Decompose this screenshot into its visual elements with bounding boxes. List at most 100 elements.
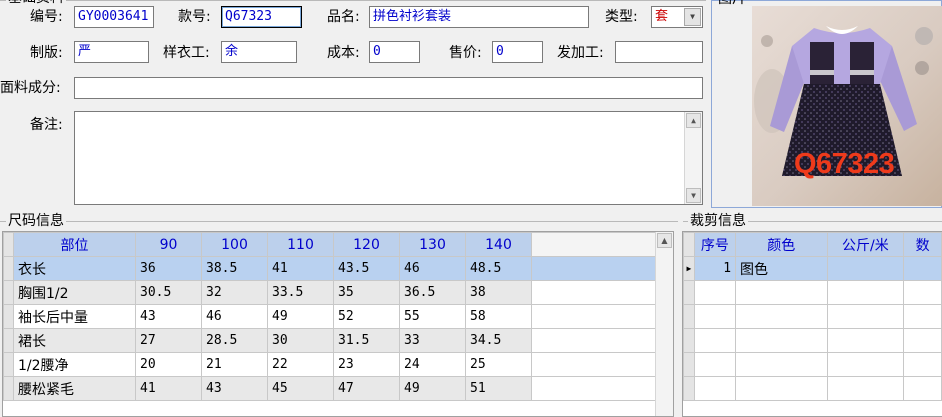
col-header-100[interactable]: 100: [201, 232, 268, 257]
value-cell[interactable]: 41: [135, 376, 202, 401]
scroll-down-icon[interactable]: ▼: [686, 188, 701, 203]
value-cell[interactable]: 41: [267, 256, 334, 281]
scroll-up-icon[interactable]: ▲: [686, 113, 701, 128]
color-cell[interactable]: 图色: [735, 256, 828, 281]
col-header-kg-per-meter[interactable]: 公斤/米: [826, 232, 905, 257]
empty-cell[interactable]: [903, 304, 942, 329]
value-cell[interactable]: 28.5: [201, 328, 268, 353]
col-header-part[interactable]: 部位: [13, 232, 136, 257]
col-header-110[interactable]: 110: [267, 232, 334, 257]
fabric-composition-field[interactable]: [74, 77, 703, 99]
size-grid-scrollbar[interactable]: ▲: [655, 232, 673, 416]
row-indicator[interactable]: [683, 280, 695, 305]
table-row[interactable]: 袖长后中量 43 46 49 52 55 58: [3, 304, 656, 329]
row-indicator[interactable]: [683, 376, 695, 401]
value-cell[interactable]: 38.5: [201, 256, 268, 281]
value-cell[interactable]: 46: [201, 304, 268, 329]
empty-cell[interactable]: [735, 376, 828, 401]
empty-cell[interactable]: [903, 376, 942, 401]
empty-cell[interactable]: [826, 304, 905, 329]
value-cell[interactable]: 30: [267, 328, 334, 353]
empty-cell[interactable]: [826, 328, 905, 353]
part-cell[interactable]: 袖长后中量: [13, 304, 136, 329]
value-cell[interactable]: 49: [267, 304, 334, 329]
value-cell[interactable]: 52: [333, 304, 400, 329]
col-header-90[interactable]: 90: [135, 232, 202, 257]
current-row-arrow-icon[interactable]: ▶: [683, 256, 695, 281]
remark-scrollbar[interactable]: ▲ ▼: [684, 112, 702, 204]
value-cell[interactable]: 33.5: [267, 280, 334, 305]
row-indicator[interactable]: [683, 328, 695, 353]
table-row[interactable]: [683, 304, 942, 329]
value-cell[interactable]: 25: [465, 352, 532, 377]
value-cell[interactable]: 20: [135, 352, 202, 377]
row-indicator[interactable]: [683, 352, 695, 377]
empty-cell[interactable]: [903, 352, 942, 377]
value-cell[interactable]: 35: [333, 280, 400, 305]
type-select[interactable]: 套 ▼: [651, 6, 703, 28]
table-row[interactable]: ▶ 1 图色: [683, 256, 942, 281]
value-cell[interactable]: 43.5: [333, 256, 400, 281]
col-header-qty[interactable]: 数: [903, 232, 942, 257]
part-cell[interactable]: 衣长: [13, 256, 136, 281]
empty-cell[interactable]: [735, 280, 828, 305]
value-cell[interactable]: 38: [465, 280, 532, 305]
table-row[interactable]: [683, 352, 942, 377]
row-indicator[interactable]: [3, 280, 14, 305]
row-indicator[interactable]: [3, 376, 14, 401]
empty-cell[interactable]: [903, 328, 942, 353]
empty-cell[interactable]: [693, 304, 737, 329]
table-row[interactable]: [683, 280, 942, 305]
part-cell[interactable]: 裙长: [13, 328, 136, 353]
value-cell[interactable]: 45: [267, 376, 334, 401]
value-cell[interactable]: 32: [201, 280, 268, 305]
value-cell[interactable]: 24: [399, 352, 466, 377]
value-cell[interactable]: 36.5: [399, 280, 466, 305]
empty-cell[interactable]: [826, 280, 905, 305]
empty-cell[interactable]: [735, 328, 828, 353]
table-row[interactable]: 1/2腰净 20 21 22 23 24 25: [3, 352, 656, 377]
value-cell[interactable]: 36: [135, 256, 202, 281]
plate-maker-field[interactable]: 严: [74, 41, 149, 63]
empty-cell[interactable]: [735, 304, 828, 329]
table-row[interactable]: [683, 376, 942, 401]
part-cell[interactable]: 1/2腰净: [13, 352, 136, 377]
value-cell[interactable]: 47: [333, 376, 400, 401]
value-cell[interactable]: 27: [135, 328, 202, 353]
col-header-seq[interactable]: 序号: [693, 232, 737, 257]
value-cell[interactable]: 46: [399, 256, 466, 281]
row-indicator[interactable]: [683, 304, 695, 329]
part-cell[interactable]: 腰松紧毛: [13, 376, 136, 401]
value-cell[interactable]: 58: [465, 304, 532, 329]
row-indicator[interactable]: [3, 352, 14, 377]
value-cell[interactable]: 43: [201, 376, 268, 401]
value-cell[interactable]: 33: [399, 328, 466, 353]
value-cell[interactable]: 34.5: [465, 328, 532, 353]
kg-cell[interactable]: [826, 256, 905, 281]
value-cell[interactable]: 23: [333, 352, 400, 377]
process-field[interactable]: [615, 41, 703, 63]
row-indicator[interactable]: [3, 304, 14, 329]
value-cell[interactable]: 55: [399, 304, 466, 329]
sample-maker-field[interactable]: 余: [221, 41, 297, 63]
seq-cell[interactable]: 1: [693, 256, 737, 281]
empty-cell[interactable]: [693, 352, 737, 377]
value-cell[interactable]: 22: [267, 352, 334, 377]
price-field[interactable]: 0: [492, 41, 543, 63]
table-row[interactable]: 胸围1/2 30.5 32 33.5 35 36.5 38: [3, 280, 656, 305]
value-cell[interactable]: 21: [201, 352, 268, 377]
value-cell[interactable]: 49: [399, 376, 466, 401]
code-field[interactable]: GY0003641: [74, 6, 154, 28]
row-indicator[interactable]: [3, 328, 14, 353]
value-cell[interactable]: 30.5: [135, 280, 202, 305]
empty-cell[interactable]: [693, 280, 737, 305]
table-row[interactable]: 衣长 36 38.5 41 43.5 46 48.5: [3, 256, 656, 281]
cost-field[interactable]: 0: [369, 41, 420, 63]
empty-cell[interactable]: [693, 376, 737, 401]
value-cell[interactable]: 43: [135, 304, 202, 329]
row-indicator[interactable]: [3, 256, 14, 281]
table-row[interactable]: 腰松紧毛 41 43 45 47 49 51: [3, 376, 656, 401]
col-header-color[interactable]: 颜色: [735, 232, 828, 257]
table-row[interactable]: [683, 328, 942, 353]
qty-cell[interactable]: [903, 256, 942, 281]
